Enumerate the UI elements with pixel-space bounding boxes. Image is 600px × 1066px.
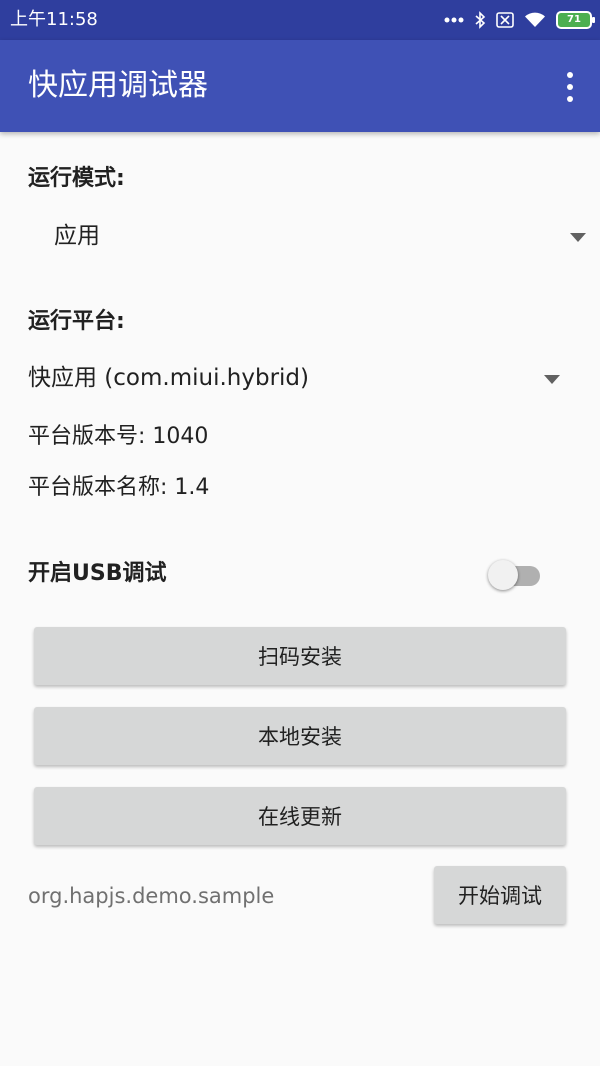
battery-level: 71 bbox=[556, 11, 595, 29]
package-name: org.hapjs.demo.sample bbox=[28, 884, 275, 908]
usb-debug-label: 开启USB调试 bbox=[28, 561, 167, 586]
status-bar: 上午11:58 71 bbox=[0, 0, 600, 40]
page-title: 快应用调试器 bbox=[28, 68, 208, 103]
platform-value: 快应用 (com.miui.hybrid) bbox=[28, 365, 309, 391]
wifi-icon bbox=[524, 12, 546, 28]
no-sim-icon bbox=[496, 12, 514, 28]
run-mode-spinner[interactable]: 应用 bbox=[28, 212, 592, 264]
battery-icon: 71 bbox=[556, 11, 595, 29]
switch-thumb bbox=[488, 560, 518, 590]
bluetooth-icon bbox=[474, 11, 486, 29]
run-mode-value: 应用 bbox=[54, 223, 100, 249]
more-dots-icon bbox=[444, 17, 464, 23]
platform-label: 运行平台: bbox=[28, 309, 125, 334]
status-time: 上午11:58 bbox=[10, 9, 98, 30]
scan-install-button[interactable]: 扫码安装 bbox=[34, 627, 566, 685]
platform-version-name: 平台版本名称: 1.4 bbox=[28, 475, 210, 500]
run-mode-label: 运行模式: bbox=[28, 166, 125, 191]
platform-spinner[interactable]: 快应用 (com.miui.hybrid) bbox=[28, 352, 568, 406]
status-icons: 71 bbox=[434, 8, 595, 32]
online-update-button[interactable]: 在线更新 bbox=[34, 787, 566, 845]
platform-version-code: 平台版本号: 1040 bbox=[28, 424, 209, 449]
usb-debug-switch[interactable] bbox=[488, 557, 544, 591]
dropdown-arrow-icon bbox=[570, 233, 586, 242]
start-debug-button[interactable]: 开始调试 bbox=[434, 866, 566, 924]
more-vert-icon[interactable] bbox=[562, 70, 578, 104]
dropdown-arrow-icon bbox=[544, 375, 560, 384]
local-install-button[interactable]: 本地安装 bbox=[34, 707, 566, 765]
app-bar: 快应用调试器 bbox=[0, 40, 600, 132]
